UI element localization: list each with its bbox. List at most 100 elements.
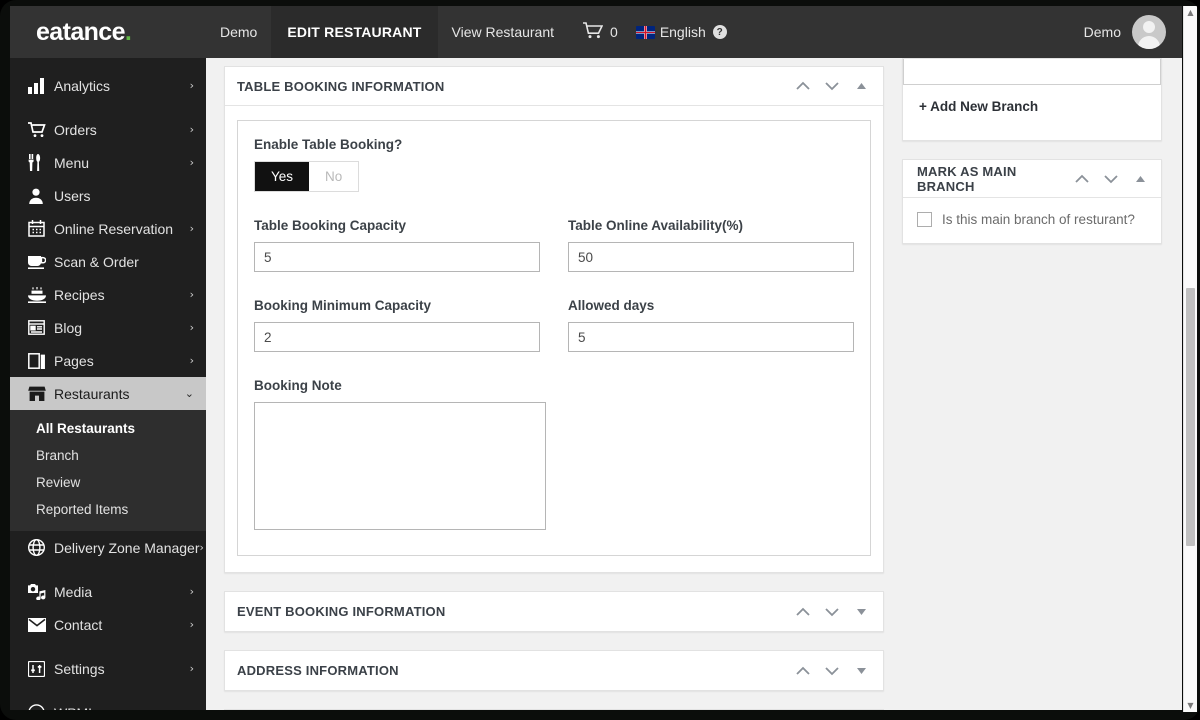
store-icon [28, 386, 54, 401]
chevron-right-icon: › [189, 321, 194, 334]
chevron-down-icon[interactable] [824, 604, 840, 620]
globe-icon [28, 539, 54, 556]
sidebar-item-contact[interactable]: Contact › [10, 608, 206, 641]
toggle-option-no[interactable]: No [309, 162, 359, 191]
sidebar-item-analytics[interactable]: Analytics › [10, 69, 206, 102]
user-menu[interactable]: Demo [1084, 6, 1182, 58]
user-name: Demo [1083, 24, 1121, 40]
chevron-up-icon[interactable] [795, 604, 811, 620]
user-icon [28, 188, 54, 204]
sidebar-item-menu[interactable]: Menu › [10, 146, 206, 179]
brand-logo[interactable]: eatance. [10, 6, 206, 58]
panel-tools [795, 663, 869, 679]
panel-body: Enable Table Booking? Yes No Table Booki… [225, 106, 883, 572]
sidebar-item-wpml[interactable]: WPML › [10, 696, 206, 710]
cart-link[interactable]: 0 [568, 6, 626, 58]
avatar[interactable] [1132, 15, 1166, 49]
sidebar-item-label: Settings [54, 660, 105, 677]
booking-note-textarea[interactable] [254, 402, 546, 530]
panel-table-booking-information: TABLE BOOKING INFORMATION Enable Table B… [224, 66, 884, 573]
table-booking-capacity-input[interactable] [254, 242, 540, 272]
wpml-icon [28, 704, 54, 710]
sidebar-item-label: Menu [54, 154, 90, 171]
sidebar-item-media[interactable]: Media › [10, 575, 206, 608]
allowed-days-label: Allowed days [568, 298, 655, 313]
sidebar-subitem-branch[interactable]: Branch [10, 442, 206, 469]
panel-title: ADDRESS INFORMATION [237, 663, 399, 678]
triangle-toggle-icon[interactable] [1132, 171, 1148, 187]
scrollbar-thumb[interactable] [1186, 288, 1195, 546]
enable-table-booking-toggle[interactable]: Yes No [254, 161, 360, 192]
language-selector[interactable]: English ? [626, 6, 737, 58]
sidebar-item-orders[interactable]: Orders › [10, 113, 206, 146]
chevron-right-icon: › [190, 706, 194, 710]
main-branch-checkbox[interactable] [917, 212, 932, 227]
sidebar-item-restaurants[interactable]: Restaurants ⌄ [10, 377, 206, 410]
sidebar-item-users[interactable]: Users [10, 179, 206, 212]
table-online-availability-input[interactable] [568, 242, 854, 272]
top-navigation: Demo EDIT RESTAURANT View Restaurant 0 E… [206, 6, 1182, 58]
panel-body: Is this main branch of resturant? [903, 198, 1161, 243]
panel-fees-section: FEES SECTION [224, 709, 884, 710]
cart-count: 0 [610, 24, 618, 40]
sidebar-item-blog[interactable]: Blog › [10, 311, 206, 344]
sidebar-subitem-all-restaurants[interactable]: All Restaurants [10, 415, 206, 442]
panel-header[interactable]: ADDRESS INFORMATION [225, 651, 883, 690]
sidebar-item-pages[interactable]: Pages › [10, 344, 206, 377]
sidebar-item-label: Blog [54, 319, 83, 336]
vertical-scrollbar[interactable]: ▲ ▼ [1183, 6, 1197, 712]
chevron-down-icon[interactable] [824, 663, 840, 679]
sidebar-subitem-review[interactable]: Review [10, 469, 206, 496]
sidebar-item-scan-and-order[interactable]: Scan & Order [10, 245, 206, 278]
triangle-toggle-icon[interactable] [853, 604, 869, 620]
tab-demo[interactable]: Demo [206, 6, 271, 58]
chevron-up-icon[interactable] [795, 78, 811, 94]
panel-header: MARK AS MAIN BRANCH [903, 160, 1161, 198]
chevron-down-icon[interactable] [1103, 171, 1119, 187]
sliders-icon [28, 660, 54, 677]
scroll-up-arrow-icon[interactable]: ▲ [1184, 6, 1197, 19]
chevron-up-icon[interactable] [1074, 171, 1090, 187]
sidebar-item-recipes[interactable]: Recipes › [10, 278, 206, 311]
sidebar-item-label: Analytics [54, 77, 111, 94]
sidebar-item-settings[interactable]: Settings › [10, 652, 206, 685]
tab-edit-restaurant[interactable]: EDIT RESTAURANT [271, 6, 438, 58]
panel-tools [1074, 171, 1148, 187]
panel-branches: + Add New Branch [902, 58, 1162, 141]
branch-name-input[interactable] [903, 59, 1161, 85]
table-booking-capacity-label: Table Booking Capacity [254, 218, 407, 233]
calendar-icon [28, 220, 54, 237]
sidebar-item-delivery-zone-manager[interactable]: Delivery Zone Manager › [10, 531, 206, 564]
panel-header[interactable]: EVENT BOOKING INFORMATION [225, 592, 883, 631]
chevron-right-icon: › [189, 662, 194, 675]
triangle-toggle-icon[interactable] [853, 663, 869, 679]
cart-icon [582, 22, 604, 42]
toggle-option-yes[interactable]: Yes [255, 162, 310, 191]
cutlery-icon [28, 154, 54, 171]
chevron-right-icon: › [189, 288, 194, 301]
chevron-right-icon: › [189, 585, 194, 598]
side-column: + Add New Branch MARK AS MAIN BRANCH Is … [902, 58, 1162, 710]
tab-view-restaurant[interactable]: View Restaurant [438, 6, 568, 58]
chevron-right-icon: › [189, 123, 194, 136]
envelope-icon [28, 617, 54, 632]
chevron-right-icon: › [189, 354, 194, 367]
allowed-days-input[interactable] [568, 322, 854, 352]
add-new-branch-button[interactable]: + Add New Branch [903, 85, 1161, 140]
sidebar-item-online-reservation[interactable]: Online Reservation › [10, 212, 206, 245]
pages-icon [28, 352, 54, 369]
bar-chart-icon [28, 77, 54, 94]
chevron-up-icon[interactable] [795, 663, 811, 679]
cake-icon [28, 286, 54, 303]
table-booking-form: Enable Table Booking? Yes No Table Booki… [237, 120, 871, 556]
sidebar-subitem-reported-items[interactable]: Reported Items [10, 496, 206, 523]
uk-flag-icon [635, 25, 655, 39]
table-online-availability-label: Table Online Availability(%) [568, 218, 744, 233]
panel-event-booking-information: EVENT BOOKING INFORMATION [224, 591, 884, 632]
triangle-toggle-icon[interactable] [853, 78, 869, 94]
booking-minimum-capacity-input[interactable] [254, 322, 540, 352]
sidebar-item-label: Online Reservation [54, 220, 174, 237]
help-icon[interactable]: ? [712, 25, 727, 39]
chevron-down-icon[interactable] [824, 78, 840, 94]
scroll-down-arrow-icon[interactable]: ▼ [1184, 699, 1197, 712]
